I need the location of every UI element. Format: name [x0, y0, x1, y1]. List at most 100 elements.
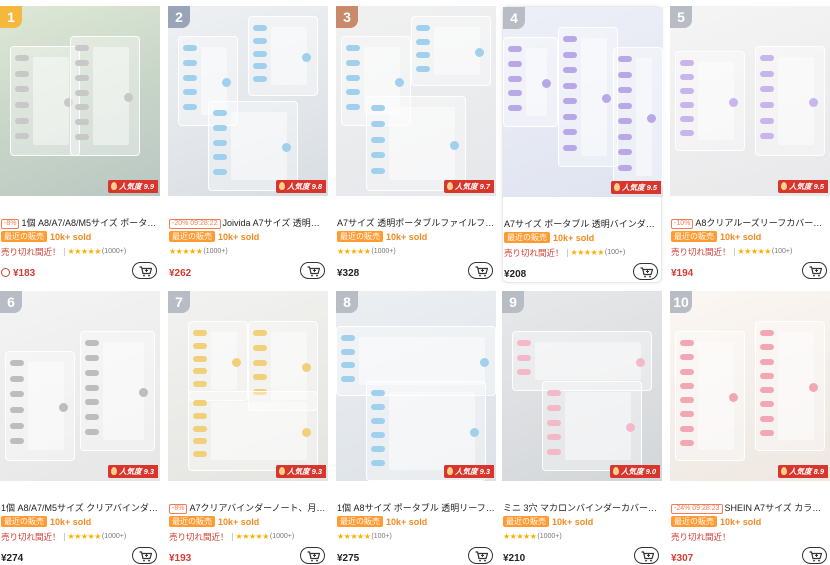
product-title[interactable]: -8% 1個 A8/A7/A8/M5サイズ ポータ… [1, 218, 159, 229]
add-to-cart-button[interactable] [300, 547, 325, 564]
sold-count: 10k+ sold [720, 232, 762, 242]
price-value: ¥328 [337, 268, 360, 279]
sales-row: 最近の販売 10k+ sold [504, 232, 594, 244]
product-price: ¥262 [169, 268, 191, 280]
sold-count: 10k+ sold [386, 517, 428, 527]
binder-ring [183, 89, 197, 96]
product-title[interactable]: -8% A7クリアバインダーノート、月… [169, 503, 327, 514]
rank-badge: 10 [670, 291, 692, 313]
product-card[interactable]: 6 人気度 9.3 1個 A8/A7/M5サイズ クリアバインダ… 最近の販売 10k+… [0, 291, 160, 565]
add-to-cart-button[interactable] [132, 547, 157, 564]
product-title[interactable]: -24% 09:28:23 SHEIN A7サイズ カラ… [671, 503, 829, 514]
binder-ring [253, 374, 267, 381]
insert-paper [103, 342, 144, 440]
product-image[interactable]: 3 人気度 9.7 [336, 6, 496, 196]
product-price: ¥183 [1, 268, 35, 280]
binder-ring [563, 67, 577, 73]
product-image[interactable]: 9 人気度 9.0 [502, 291, 662, 481]
binder-ring [680, 425, 694, 432]
product-title-text: A7クリアバインダーノート、月… [189, 503, 326, 513]
binder-ring [85, 354, 99, 361]
product-title[interactable]: 1個 A8/A7/M5サイズ クリアバインダ… [1, 503, 159, 514]
product-card[interactable]: 2 人気度 9.8 -20% 09:28:22 Joivida A7サイズ 透明… 最近… [168, 6, 328, 283]
product-card[interactable]: 8 人気度 9.3 1個 A8サイズ ポータブル 透明リーフ… 最近の販売 10k+ s… [336, 291, 496, 565]
product-card[interactable]: 7 人気度 9.3 -8% A7クリアバインダーノート、月… 最近の販売 10k+ sol… [168, 291, 328, 565]
product-title-text: 1個 A8/A7/A8/M5サイズ ポータ… [21, 218, 157, 228]
popularity-score: 人気度 9.5 [788, 182, 824, 191]
popularity-badge: 人気度 9.5 [610, 181, 661, 194]
snap-button [232, 358, 241, 367]
product-title[interactable]: A7サイズ ポータブル 透明バインダー… [504, 219, 662, 230]
binder-ring [371, 460, 385, 466]
add-to-cart-button[interactable] [802, 262, 827, 279]
product-image[interactable]: 1 人気度 9.9 [0, 6, 160, 196]
binder-ring [85, 369, 99, 376]
product-card[interactable]: 3 人気度 9.7 A7サイズ 透明ポータブルファイルフ… 最近の販売 10k+ sol… [336, 6, 496, 283]
binder-ring [760, 102, 774, 108]
add-to-cart-button[interactable] [802, 547, 827, 564]
rank-badge: 4 [503, 7, 525, 29]
binder-ring [75, 89, 89, 96]
product-card[interactable]: 9 人気度 9.0 ミニ 3穴 マカロンバインダーカバー… 最近の販売 10k+ sol… [502, 291, 662, 565]
product-image[interactable]: 7 人気度 9.3 [168, 291, 328, 481]
popularity-score: 人気度 9.3 [454, 467, 490, 476]
binder-ring [618, 118, 632, 124]
snap-button [282, 143, 291, 152]
binder-ring [618, 71, 632, 78]
binder-ring [508, 60, 522, 67]
snap-button [470, 428, 479, 437]
product-image[interactable]: 10 人気度 8.9 [670, 291, 830, 481]
rank-badge: 1 [0, 6, 22, 28]
add-to-cart-button[interactable] [633, 263, 658, 280]
binder-ring [680, 354, 694, 361]
binder-ring [508, 90, 522, 97]
binder-shape [188, 391, 318, 471]
product-card[interactable]: 10 人気度 8.9 -24% 09:28:23 SHEIN A7サイズ カラ… 最近の… [670, 291, 830, 565]
rank-badge: 9 [502, 291, 524, 313]
product-image[interactable]: 5 人気度 9.5 [670, 6, 830, 196]
product-card[interactable]: 5 人気度 9.5 -10% A8クリアルーズリーフカバー、… 最近の販売 10k+ so… [670, 6, 830, 283]
binder-shape [755, 321, 825, 451]
stock-rating-row: 売り切れ間近！ [671, 531, 731, 543]
product-card[interactable]: 4 人気度 9.5 A7サイズ ポータブル 透明バインダー… 最近の販売 10k+ so… [502, 6, 663, 283]
flame-icon [446, 467, 453, 475]
price-value: ¥307 [671, 553, 694, 564]
cart-icon [641, 551, 654, 562]
discount-badge: -8% [1, 219, 20, 229]
product-title[interactable]: 1個 A8サイズ ポータブル 透明リーフ… [337, 503, 495, 514]
rank-badge: 2 [168, 6, 190, 28]
binder-ring [760, 387, 774, 393]
binder-ring [213, 124, 227, 131]
product-title[interactable]: A7サイズ 透明ポータブルファイルフ… [337, 218, 495, 229]
binder-ring [680, 102, 694, 108]
product-title[interactable]: -10% A8クリアルーズリーフカバー、… [671, 218, 829, 229]
binder-ring [213, 139, 227, 146]
product-image[interactable]: 4 人気度 9.5 [503, 7, 663, 197]
add-to-cart-button[interactable] [300, 262, 325, 279]
star-rating: ★★★★★ [235, 532, 270, 541]
flame-icon [780, 182, 787, 190]
product-title[interactable]: ミニ 3穴 マカロンバインダーカバー… [503, 503, 661, 514]
binder-ring [193, 368, 207, 375]
product-image[interactable]: 2 人気度 9.8 [168, 6, 328, 196]
binder-ring [416, 52, 430, 58]
popularity-score: 人気度 9.3 [286, 467, 322, 476]
add-to-cart-button[interactable] [634, 547, 659, 564]
binder-ring [371, 105, 385, 111]
binder-ring [253, 344, 267, 351]
flame-icon [278, 467, 285, 475]
binder-ring [618, 164, 632, 171]
stock-rating-row: ★★★★★(1000+) [337, 246, 396, 258]
almost-sold-out: 売り切れ間近！ [671, 532, 731, 542]
add-to-cart-button[interactable] [132, 262, 157, 279]
product-image[interactable]: 8 人気度 9.3 [336, 291, 496, 481]
snap-button [809, 98, 818, 107]
product-title[interactable]: -20% 09:28:22 Joivida A7サイズ 透明… [169, 218, 327, 229]
review-count: (100+) [604, 249, 626, 256]
add-to-cart-button[interactable] [468, 262, 493, 279]
binder-ring [193, 451, 207, 458]
product-image[interactable]: 6 人気度 9.3 [0, 291, 160, 481]
product-card[interactable]: 1 人気度 9.9 -8% 1個 A8/A7/A8/M5サイズ ポータ… 最近の販売 10… [0, 6, 160, 283]
stock-rating-row: 売り切れ間近！ ★★★★★(100+) [504, 247, 625, 259]
add-to-cart-button[interactable] [468, 547, 493, 564]
